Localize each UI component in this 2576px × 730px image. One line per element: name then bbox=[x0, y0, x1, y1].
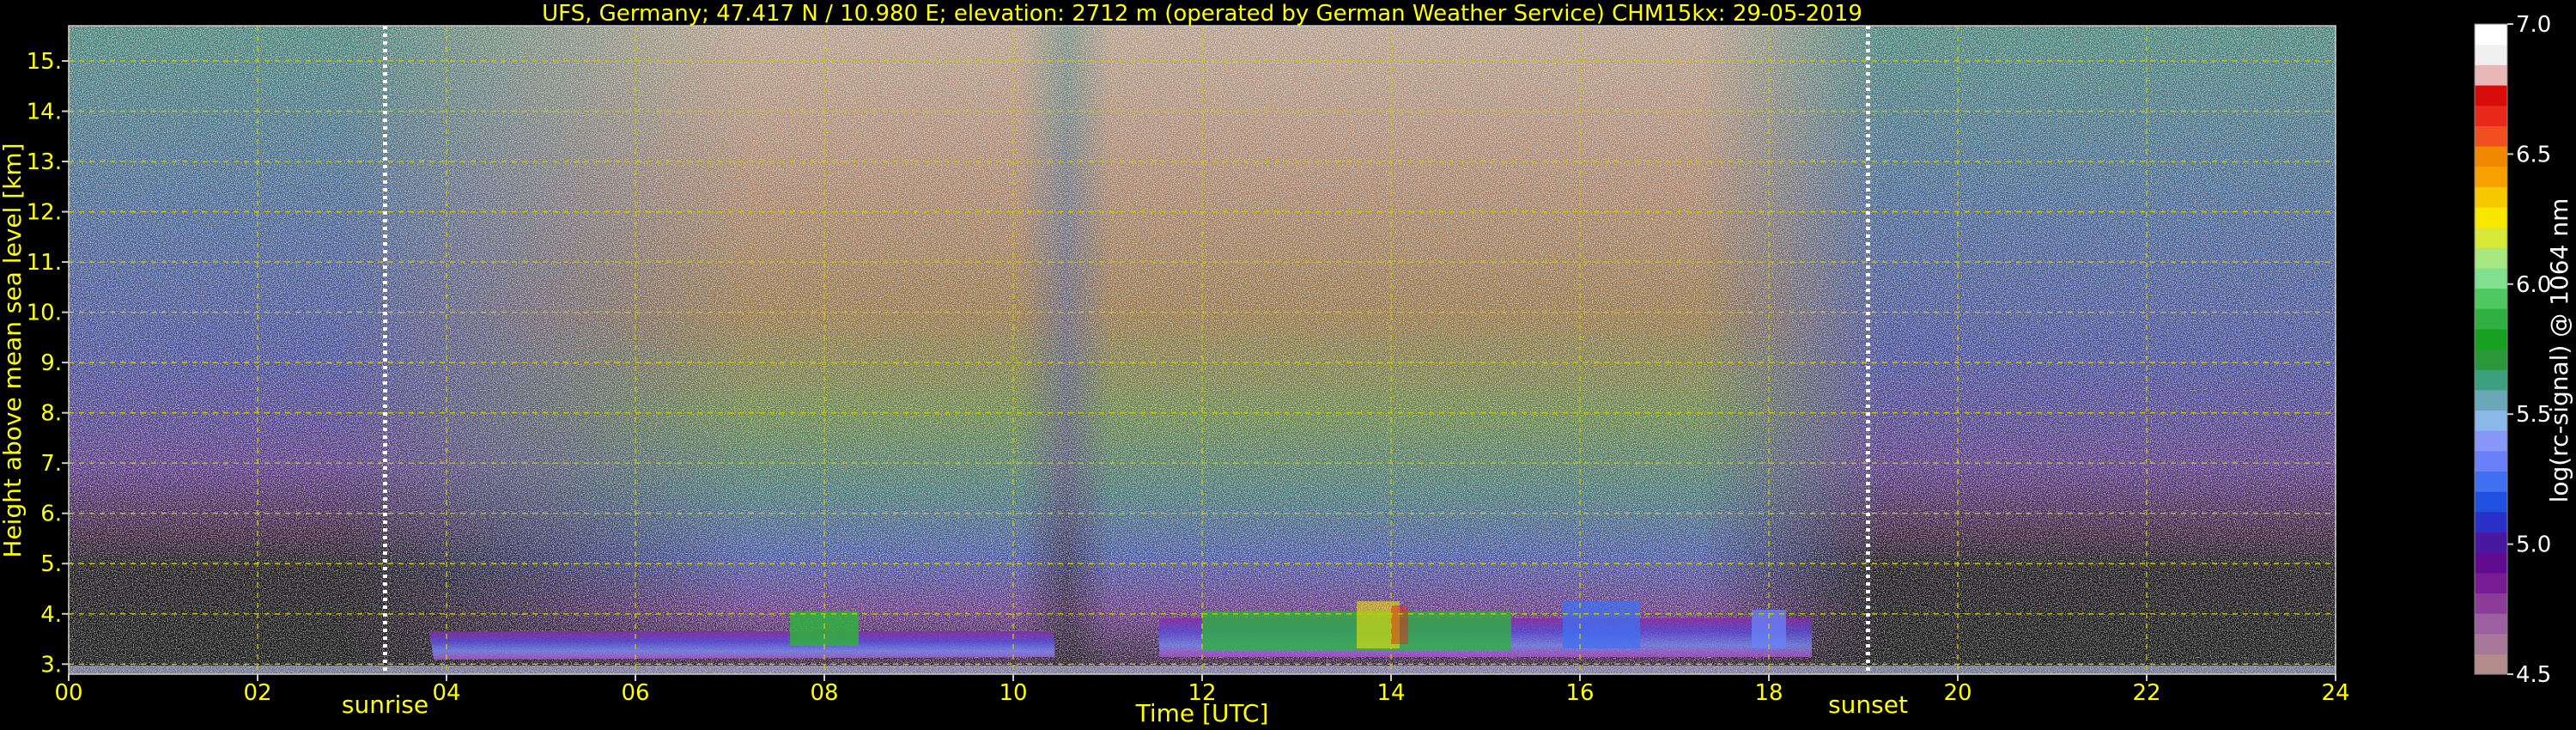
x-tick-label: 08 bbox=[810, 680, 838, 706]
colorbar-segment bbox=[2475, 654, 2507, 675]
colorbar-segment bbox=[2475, 410, 2507, 431]
colorbar-segment bbox=[2475, 572, 2507, 593]
x-tick-label: 02 bbox=[243, 680, 271, 706]
x-tick-label: 16 bbox=[1565, 680, 1594, 706]
colorbar-segment bbox=[2475, 84, 2507, 106]
x-tick-label: 22 bbox=[2132, 680, 2160, 706]
colorbar-segment bbox=[2475, 186, 2507, 208]
y-tick-label: 11. bbox=[27, 250, 62, 276]
colorbar-segment bbox=[2475, 389, 2507, 411]
colorbar-segment bbox=[2475, 145, 2507, 167]
x-tick-label: 20 bbox=[1943, 680, 1971, 706]
y-tick-label: 14. bbox=[27, 99, 62, 125]
colorbar-segment bbox=[2475, 450, 2507, 472]
colorbar-tick-label: 5.0 bbox=[2516, 532, 2551, 558]
colorbar-segment bbox=[2475, 267, 2507, 289]
y-tick-label: 9. bbox=[40, 350, 62, 376]
y-tick-label: 10. bbox=[27, 301, 62, 326]
colorbar-tick-label: 4.5 bbox=[2516, 662, 2551, 688]
y-tick-label: 12. bbox=[27, 200, 62, 226]
colorbar-segment bbox=[2475, 633, 2507, 654]
sunset-label: sunset bbox=[1828, 690, 1908, 719]
x-tick-label: 06 bbox=[621, 680, 649, 706]
x-tick-label: 14 bbox=[1376, 680, 1405, 706]
colorbar-segment bbox=[2475, 288, 2507, 309]
colorbar-segment bbox=[2475, 166, 2507, 187]
chart-title: UFS, Germany; 47.417 N / 10.980 E; eleva… bbox=[542, 1, 1862, 27]
colorbar-segment bbox=[2475, 613, 2507, 635]
colorbar-segment bbox=[2475, 24, 2507, 46]
colorbar-segment bbox=[2475, 430, 2507, 452]
y-tick-label: 7. bbox=[40, 451, 62, 477]
y-axis-label: Height above mean sea level [km] bbox=[0, 143, 27, 557]
colorbar-segment bbox=[2475, 511, 2507, 533]
x-tick-label: 04 bbox=[432, 680, 460, 706]
y-axis-ticks: 3. 4. 5. 6. 7. 8. 9. 10. 11. 12. 13. 14. 15. bbox=[27, 49, 69, 678]
ceilometer-chart: sunrise sunset 00 02 04 06 08 10 12 14 16 18 20 22 24… bbox=[0, 1, 2573, 727]
colorbar-segment bbox=[2475, 593, 2507, 614]
colorbar-segment bbox=[2475, 227, 2507, 248]
colorbar-segment bbox=[2475, 328, 2507, 350]
y-tick-label: 6. bbox=[40, 502, 62, 527]
colorbar-segment bbox=[2475, 369, 2507, 391]
colorbar-segment bbox=[2475, 532, 2507, 553]
x-tick-label: 24 bbox=[2321, 680, 2349, 706]
colorbar-tick-label: 7.0 bbox=[2516, 12, 2551, 38]
x-axis-label: Time [UTC] bbox=[1135, 699, 1269, 727]
colorbar bbox=[2475, 24, 2507, 675]
colorbar-segment bbox=[2475, 491, 2507, 513]
colorbar-label: log(rc-signal) @ 1064 nm bbox=[2545, 198, 2573, 503]
colorbar-segment bbox=[2475, 308, 2507, 330]
x-tick-label: 10 bbox=[999, 680, 1027, 706]
y-tick-label: 15. bbox=[27, 49, 62, 75]
colorbar-segment bbox=[2475, 44, 2507, 65]
x-tick-label: 00 bbox=[54, 680, 82, 706]
colorbar-segment bbox=[2475, 105, 2507, 126]
colorbar-segment bbox=[2475, 247, 2507, 269]
sunrise-label: sunrise bbox=[342, 690, 428, 719]
colorbar-segment bbox=[2475, 64, 2507, 86]
y-tick-label: 13. bbox=[27, 149, 62, 175]
colorbar-segment bbox=[2475, 125, 2507, 147]
x-tick-label: 18 bbox=[1754, 680, 1783, 706]
colorbar-tick-label: 6.5 bbox=[2516, 142, 2551, 167]
colorbar-segment bbox=[2475, 471, 2507, 492]
colorbar-segment bbox=[2475, 206, 2507, 228]
y-tick-label: 5. bbox=[40, 551, 62, 577]
colorbar-segment bbox=[2475, 552, 2507, 574]
colorbar-segment bbox=[2475, 349, 2507, 370]
y-tick-label: 8. bbox=[40, 401, 62, 427]
y-tick-label: 4. bbox=[40, 602, 62, 628]
y-tick-label: 3. bbox=[40, 652, 62, 678]
